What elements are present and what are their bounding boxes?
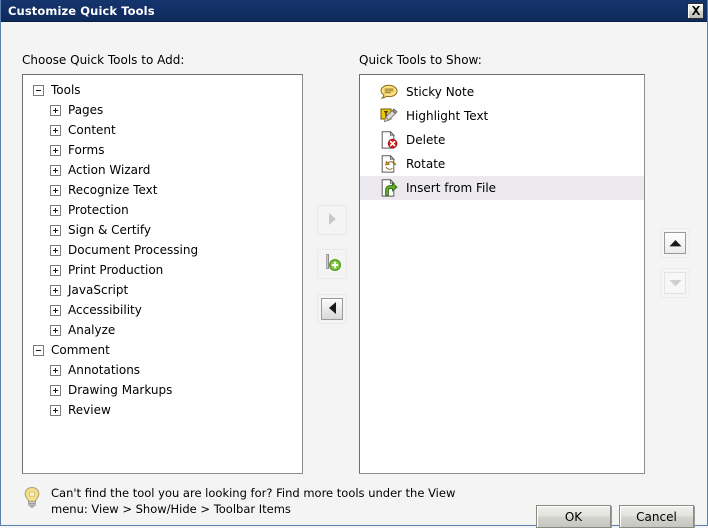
tree-node-label: Analyze [68, 323, 115, 337]
tree-node-label: Recognize Text [68, 183, 157, 197]
expand-plus-icon[interactable] [50, 205, 61, 216]
tree-node[interactable]: Accessibility [23, 300, 302, 320]
left-panel-label: Choose Quick Tools to Add: [22, 53, 184, 67]
close-x-icon [691, 6, 701, 15]
expand-plus-icon[interactable] [50, 325, 61, 336]
expand-plus-icon[interactable] [50, 385, 61, 396]
tree-node[interactable]: Annotations [23, 360, 302, 380]
tree-node[interactable]: Forms [23, 140, 302, 160]
expand-plus-icon[interactable] [50, 265, 61, 276]
right-panel-label: Quick Tools to Show: [359, 53, 482, 67]
tree-node-label: Sign & Certify [68, 223, 151, 237]
add-separator-button[interactable] [317, 249, 347, 279]
tree-node-label: Drawing Markups [68, 383, 172, 397]
expand-plus-icon[interactable] [50, 405, 61, 416]
arrow-up-icon [669, 236, 682, 250]
expand-plus-icon[interactable] [50, 165, 61, 176]
hint-text: Can't find the tool you are looking for?… [51, 485, 492, 517]
cancel-button[interactable]: Cancel [619, 505, 694, 528]
delete-page-icon [380, 131, 398, 149]
lightbulb-icon [22, 485, 44, 508]
tree-node-label: Tools [51, 83, 81, 97]
tree-node[interactable]: Print Production [23, 260, 302, 280]
tool-list-item-label: Sticky Note [406, 85, 474, 99]
available-tools-tree[interactable]: Tools Pages Content Forms Action Wizard Recog… [22, 74, 303, 474]
tool-list-item[interactable]: Delete [360, 128, 644, 152]
tool-list-item[interactable]: Rotate [360, 152, 644, 176]
tree-node-label: Accessibility [68, 303, 142, 317]
tree-node[interactable]: Sign & Certify [23, 220, 302, 240]
collapse-minus-icon[interactable] [33, 85, 44, 96]
collapse-minus-icon[interactable] [33, 345, 44, 356]
tree-node[interactable]: Recognize Text [23, 180, 302, 200]
expand-plus-icon[interactable] [50, 285, 61, 296]
add-separator-icon [323, 253, 342, 275]
rotate-page-icon [380, 155, 398, 173]
ok-button[interactable]: OK [536, 505, 611, 528]
insert-from-file-icon [380, 179, 398, 197]
tree-node[interactable]: Protection [23, 200, 302, 220]
tree-node-label: Pages [68, 103, 103, 117]
tree-node-label: Forms [68, 143, 104, 157]
add-tool-button[interactable] [317, 205, 347, 235]
expand-plus-icon[interactable] [50, 225, 61, 236]
expand-plus-icon[interactable] [50, 365, 61, 376]
tree-node[interactable]: Pages [23, 100, 302, 120]
tree-node[interactable]: Document Processing [23, 240, 302, 260]
tool-list-item[interactable]: Highlight Text [360, 104, 644, 128]
arrow-right-icon [328, 213, 337, 228]
tool-list-item-label: Delete [406, 133, 445, 147]
tool-list-item-label: Rotate [406, 157, 445, 171]
tree-node[interactable]: Content [23, 120, 302, 140]
tree-node[interactable]: Review [23, 400, 302, 420]
sticky-note-icon [380, 83, 398, 101]
expand-plus-icon[interactable] [50, 185, 61, 196]
tool-list-item-label: Insert from File [406, 181, 496, 195]
tree-node[interactable]: Drawing Markups [23, 380, 302, 400]
tree-node[interactable]: JavaScript [23, 280, 302, 300]
tree-node[interactable]: Comment [23, 340, 302, 360]
expand-plus-icon[interactable] [50, 245, 61, 256]
expand-plus-icon[interactable] [50, 105, 61, 116]
expand-plus-icon[interactable] [50, 145, 61, 156]
dialog-body: Choose Quick Tools to Add: Tools Pages Con… [1, 22, 707, 525]
tree-node-label: Content [68, 123, 116, 137]
tree-node-label: Comment [51, 343, 110, 357]
tree-node-label: Review [68, 403, 111, 417]
arrow-left-icon [328, 302, 337, 317]
expand-plus-icon[interactable] [50, 125, 61, 136]
tree-node[interactable]: Analyze [23, 320, 302, 340]
tool-list-item[interactable]: Sticky Note [360, 80, 644, 104]
tree-node-label: Action Wizard [68, 163, 150, 177]
tool-list-item[interactable]: Insert from File [360, 176, 644, 200]
move-up-button[interactable] [660, 228, 690, 258]
highlight-text-icon [380, 107, 398, 125]
hint-area: Can't find the tool you are looking for?… [22, 485, 492, 517]
remove-tool-button[interactable] [317, 294, 347, 324]
tree-node[interactable]: Action Wizard [23, 160, 302, 180]
close-button[interactable] [687, 3, 704, 19]
tool-list-item-label: Highlight Text [406, 109, 488, 123]
tree-node-label: Print Production [68, 263, 163, 277]
arrow-down-icon [669, 276, 682, 290]
move-down-button[interactable] [660, 268, 690, 298]
selected-tools-list[interactable]: Sticky Note Highlight Text Delete Rotate Ins… [359, 74, 645, 474]
window-title: Customize Quick Tools [8, 4, 155, 18]
tree-node-label: JavaScript [68, 283, 128, 297]
titlebar: Customize Quick Tools [1, 0, 707, 22]
tree-node-label: Protection [68, 203, 129, 217]
tree-node[interactable]: Tools [23, 80, 302, 100]
tree-node-label: Annotations [68, 363, 140, 377]
customize-quick-tools-dialog: Customize Quick Tools Choose Quick Tools… [0, 0, 708, 526]
tree-node-label: Document Processing [68, 243, 198, 257]
expand-plus-icon[interactable] [50, 305, 61, 316]
